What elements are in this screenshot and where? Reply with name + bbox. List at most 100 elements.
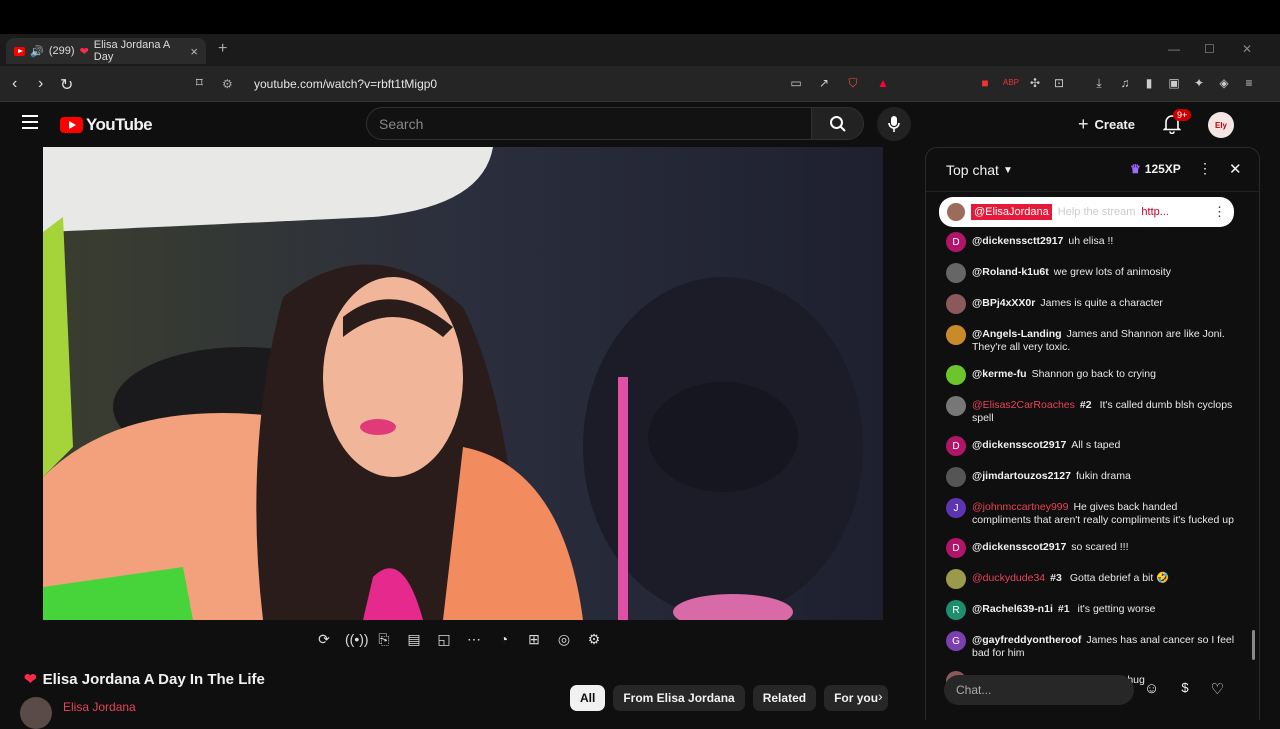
chat-avatar[interactable] (946, 294, 966, 314)
settings-gear-icon[interactable]: ⚙ (585, 630, 603, 648)
chat-avatar[interactable] (946, 569, 966, 589)
chip-related[interactable]: Related (752, 685, 817, 711)
wallet-icon[interactable]: ▣ (1167, 76, 1181, 90)
music-icon[interactable]: ♫ (1118, 76, 1132, 90)
search-input[interactable]: Search (366, 107, 812, 140)
chat-text: fukin drama (1075, 470, 1131, 482)
youtube-favicon-icon (14, 46, 26, 56)
window-close-icon[interactable]: ✕ (1242, 42, 1252, 56)
leo-ai-icon[interactable]: ✦ (1192, 76, 1206, 90)
chip-from-channel[interactable]: From Elisa Jordana (613, 685, 745, 711)
account-avatar[interactable]: Ely (1208, 112, 1234, 138)
film-icon[interactable]: ▤ (405, 630, 423, 648)
chat-avatar[interactable] (946, 325, 966, 345)
search-placeholder: Search (379, 115, 424, 132)
speaker-icon[interactable]: 🔊 (30, 45, 44, 58)
chevron-down-icon: ▼ (1002, 164, 1013, 176)
brave-shield-icon[interactable]: ⛉ (846, 76, 860, 90)
chat-scrollbar[interactable] (1252, 630, 1255, 660)
close-icon[interactable]: ✕ (1229, 160, 1242, 178)
xp-badge[interactable]: ♛ 125XP (1130, 162, 1181, 176)
site-info-icon[interactable]: ⚙ (222, 77, 244, 91)
more-vert-icon[interactable]: ⋮ (1213, 204, 1226, 220)
chat-avatar[interactable]: J (946, 498, 966, 518)
pinned-link[interactable]: http... (1141, 206, 1169, 218)
chat-username[interactable]: @dickensscot2917 (972, 541, 1066, 553)
chat-username[interactable]: @gayfreddyontheroof (972, 634, 1081, 646)
cast-icon[interactable]: ▭ (789, 76, 803, 90)
bookmark-icon[interactable]: ⌑ (196, 75, 203, 91)
vpn-icon[interactable]: ◈ (1217, 76, 1231, 90)
channel-name[interactable]: Elisa Jordana (63, 700, 136, 714)
screenshot-icon[interactable]: ⎘ (375, 630, 393, 648)
minimize-icon[interactable]: — (1168, 42, 1180, 56)
heart-outline-icon[interactable]: ♡ (1211, 680, 1224, 698)
chat-avatar[interactable] (946, 396, 966, 416)
voice-search-button[interactable] (877, 107, 911, 141)
chip-all[interactable]: All (570, 685, 606, 711)
download-icon[interactable]: ⤓ (1092, 76, 1106, 90)
chat-username[interactable]: @Elisas2CarRoaches (972, 399, 1075, 411)
chat-username[interactable]: @Rachel639-n1i (972, 603, 1053, 615)
chat-text: Shannon go back to crying (1031, 368, 1156, 380)
adblock-icon[interactable]: ABP (1003, 76, 1019, 90)
camera-icon[interactable]: ◎ (555, 630, 573, 648)
share-icon[interactable]: ↗ (817, 76, 831, 90)
chat-username[interactable]: @BPj4xXX0r (972, 297, 1035, 309)
chevron-right-icon[interactable]: › (878, 688, 883, 704)
screenshot-icon[interactable]: ⊡ (1052, 76, 1066, 90)
chat-avatar[interactable]: G (946, 631, 966, 651)
pinned-message[interactable]: @ElisaJordana Help the stream http... ⋮ (939, 197, 1234, 227)
chat-username[interactable]: @Roland-k1u6t (972, 266, 1049, 278)
chat-username[interactable]: @jimdartouzos2127 (972, 470, 1071, 482)
chat-username[interactable]: @duckydude34 (972, 572, 1045, 584)
sidebar-icon[interactable]: ▮ (1142, 76, 1156, 90)
youtube-play-icon (60, 117, 83, 133)
create-button[interactable]: + Create (1078, 114, 1135, 135)
add-clip-icon[interactable]: ⊞ (525, 630, 543, 648)
chat-avatar[interactable] (946, 365, 966, 385)
puzzle-extensions-icon[interactable]: ✣ (1028, 76, 1042, 90)
tab-close-icon[interactable]: × (190, 44, 198, 59)
title-bar (0, 0, 1280, 34)
chat-avatar[interactable] (946, 467, 966, 487)
browser-menu-icon[interactable]: ≡ (1242, 76, 1256, 90)
maximize-icon[interactable]: ☐ (1204, 42, 1215, 56)
chat-username[interactable]: @Angels-Landing (972, 328, 1062, 340)
chat-avatar[interactable]: D (946, 538, 966, 558)
chat-text: we grew lots of animosity (1053, 266, 1172, 278)
forward-icon[interactable]: › (38, 75, 43, 93)
chat-avatar[interactable]: R (946, 600, 966, 620)
chat-username[interactable]: @dickensscot2917 (972, 439, 1066, 451)
super-chat-icon[interactable]: $ (1181, 680, 1188, 698)
speed-icon[interactable]: ◔ (495, 630, 513, 648)
chat-username[interactable]: @dickenssctt2917 (972, 235, 1063, 247)
channel-avatar[interactable] (20, 697, 52, 729)
chat-message: J @johnmccartney999 He gives back handed c… (926, 498, 1259, 527)
video-player[interactable] (43, 147, 883, 620)
new-tab-button[interactable]: + (218, 40, 227, 58)
chat-avatar[interactable] (946, 263, 966, 283)
chat-avatar[interactable]: D (946, 232, 966, 252)
brave-rewards-icon[interactable]: ▲ (876, 76, 890, 90)
chat-avatar[interactable]: D (946, 436, 966, 456)
youtube-logo[interactable]: YouTube (60, 115, 153, 135)
chat-username[interactable]: @kerme-fu (972, 368, 1027, 380)
chat-message-body: @Elisas2CarRoaches #2 It's called dumb bls… (972, 396, 1239, 425)
top-chat-dropdown[interactable]: Top chat ▼ (946, 162, 1013, 178)
reload-icon[interactable]: ↻ (60, 75, 73, 95)
audio-icon[interactable]: ((•)) (345, 630, 369, 648)
more-vert-icon[interactable]: ⋮ (1198, 160, 1212, 177)
browser-tab[interactable]: 🔊 (299) ❤ Elisa Jordana A Day × (6, 38, 206, 64)
back-icon[interactable]: ‹ (12, 75, 17, 93)
extension-red-icon[interactable]: ■ (978, 76, 992, 90)
hamburger-menu-icon[interactable] (22, 115, 38, 129)
chat-input[interactable]: Chat... (944, 675, 1134, 705)
emoji-icon[interactable]: ☺ (1144, 680, 1159, 698)
frame-icon[interactable]: ⋯ (465, 630, 483, 648)
chat-username[interactable]: @johnmccartney999 (972, 501, 1068, 513)
pip-icon[interactable]: ◱ (435, 630, 453, 648)
chat-text: so scared !!! (1071, 541, 1129, 553)
search-button[interactable] (811, 107, 864, 140)
loop-icon[interactable]: ⟳ (315, 630, 333, 648)
